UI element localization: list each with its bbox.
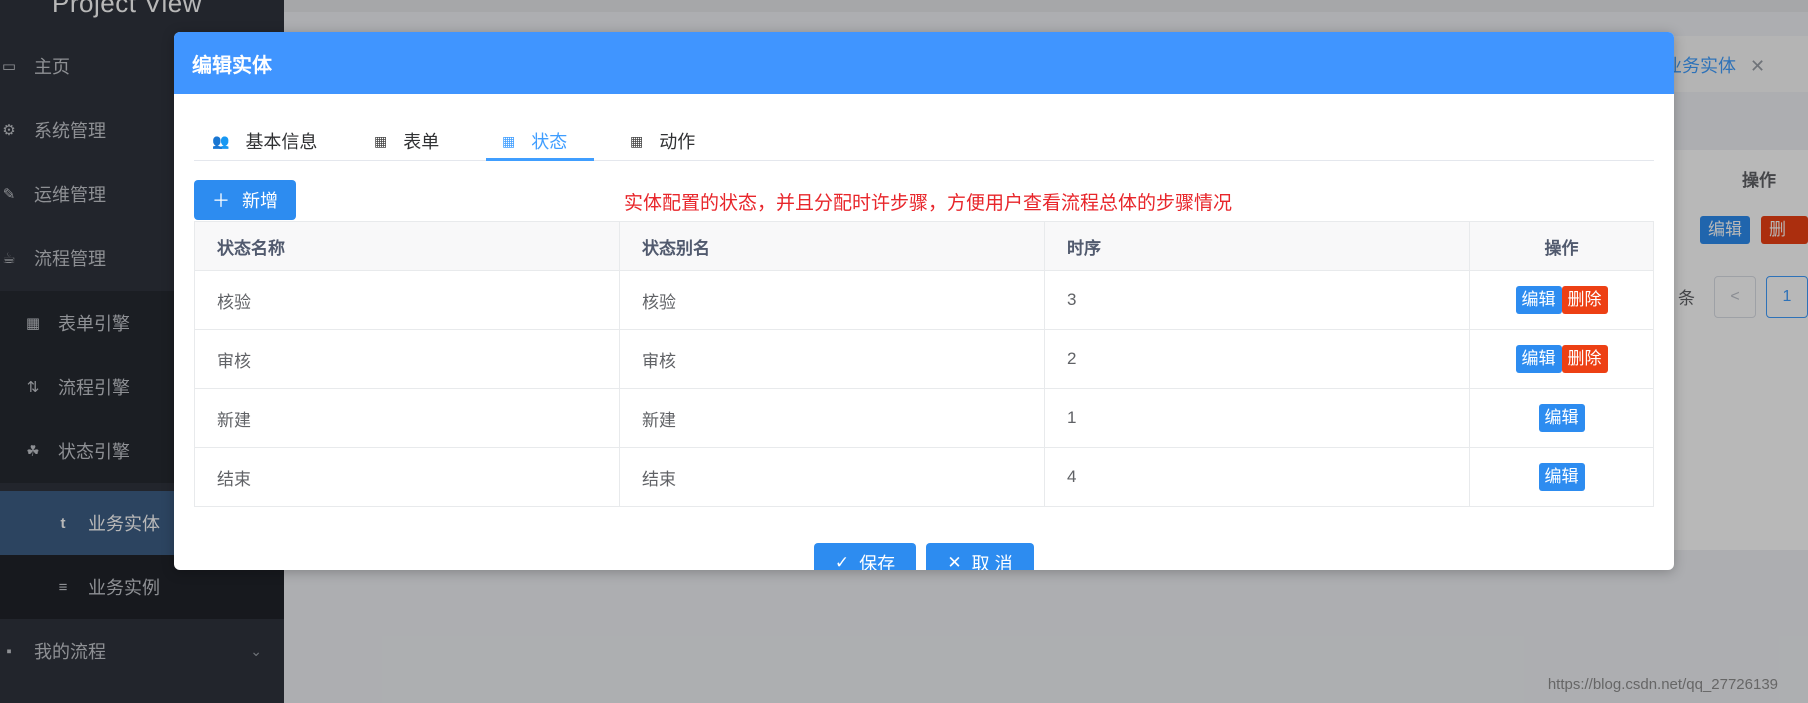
add-button[interactable]: ＋ 新增 xyxy=(194,180,296,220)
tab-label: 表单 xyxy=(403,132,440,152)
table-header-row: 状态名称 状态别名 时序 操作 xyxy=(194,221,1654,271)
add-button-label: 新增 xyxy=(242,191,278,211)
edit-button[interactable]: 编辑 xyxy=(1515,345,1562,373)
save-button[interactable]: ✓ 保存 xyxy=(814,543,916,570)
column-header: 状态名称 xyxy=(194,221,620,271)
tab-label: 状态 xyxy=(531,132,568,152)
actions-cell: 编辑 删除 xyxy=(1469,270,1654,330)
cancel-button-label: 取 消 xyxy=(971,554,1013,570)
column-header: 操作 xyxy=(1469,221,1654,271)
column-header: 时序 xyxy=(1044,221,1470,271)
table-row: 新建 新建 1 编辑 xyxy=(194,388,1654,448)
tab-form[interactable]: ▦ 表单 xyxy=(374,122,439,160)
column-header: 状态别名 xyxy=(619,221,1045,271)
delete-button[interactable]: 删除 xyxy=(1561,345,1608,373)
edit-button[interactable]: 编辑 xyxy=(1538,463,1585,491)
grid-icon: ▦ xyxy=(374,132,388,149)
dialog-title: 编辑实体 xyxy=(192,54,272,77)
annotation-text: 实体配置的状态，并且分配时许步骤，方便用户查看流程总体的步骤情况 xyxy=(624,193,1233,214)
table-row: 核验 核验 3 编辑 删除 xyxy=(194,270,1654,330)
state-name-cell: 审核 xyxy=(194,329,620,389)
edit-button[interactable]: 编辑 xyxy=(1515,286,1562,314)
state-order-cell: 4 xyxy=(1044,447,1470,507)
state-alias-cell: 审核 xyxy=(619,329,1045,389)
close-icon: ✕ xyxy=(947,553,962,570)
active-tab-indicator xyxy=(486,158,594,161)
state-order-cell: 1 xyxy=(1044,388,1470,448)
tab-action[interactable]: ▦ 动作 xyxy=(630,122,695,160)
state-alias-cell: 结束 xyxy=(619,447,1045,507)
actions-cell: 编辑 xyxy=(1469,447,1654,507)
delete-button[interactable]: 删除 xyxy=(1561,286,1608,314)
state-order-cell: 2 xyxy=(1044,329,1470,389)
state-name-cell: 核验 xyxy=(194,270,620,330)
actions-cell: 编辑 删除 xyxy=(1469,329,1654,389)
table-row: 审核 审核 2 编辑 删除 xyxy=(194,329,1654,389)
tab-basic-info[interactable]: 👥 基本信息 xyxy=(212,122,317,160)
grid-icon: ▦ xyxy=(630,132,644,149)
actions-cell: 编辑 xyxy=(1469,388,1654,448)
state-order-cell: 3 xyxy=(1044,270,1470,330)
dialog-tabs: 👥 基本信息 ▦ 表单 ▦ 状态 ▦ 动作 xyxy=(194,122,1654,161)
edit-button[interactable]: 编辑 xyxy=(1538,404,1585,432)
table-row: 结束 结束 4 编辑 xyxy=(194,447,1654,507)
check-icon: ✓ xyxy=(834,553,850,570)
state-name-cell: 结束 xyxy=(194,447,620,507)
cancel-button[interactable]: ✕ 取 消 xyxy=(926,543,1034,570)
users-icon: 👥 xyxy=(212,132,230,149)
dialog-header: 编辑实体 xyxy=(174,32,1674,94)
plus-icon: ＋ xyxy=(212,191,230,211)
state-table: 状态名称 状态别名 时序 操作 核验 核验 3 编辑 删除 审核 审核 2 编辑删… xyxy=(194,221,1654,507)
grid-icon: ▦ xyxy=(502,132,516,149)
state-alias-cell: 核验 xyxy=(619,270,1045,330)
save-button-label: 保存 xyxy=(859,554,896,570)
tab-state[interactable]: ▦ 状态 xyxy=(502,122,567,160)
tab-label: 基本信息 xyxy=(245,132,318,152)
edit-entity-dialog: 编辑实体 👥 基本信息 ▦ 表单 ▦ 状态 ▦ 动作 ＋ 新增 实体配置的状态，… xyxy=(174,32,1674,570)
state-alias-cell: 新建 xyxy=(619,388,1045,448)
state-name-cell: 新建 xyxy=(194,388,620,448)
watermark-url: https://blog.csdn.net/qq_27726139 xyxy=(1547,676,1778,693)
tab-label: 动作 xyxy=(659,132,696,152)
